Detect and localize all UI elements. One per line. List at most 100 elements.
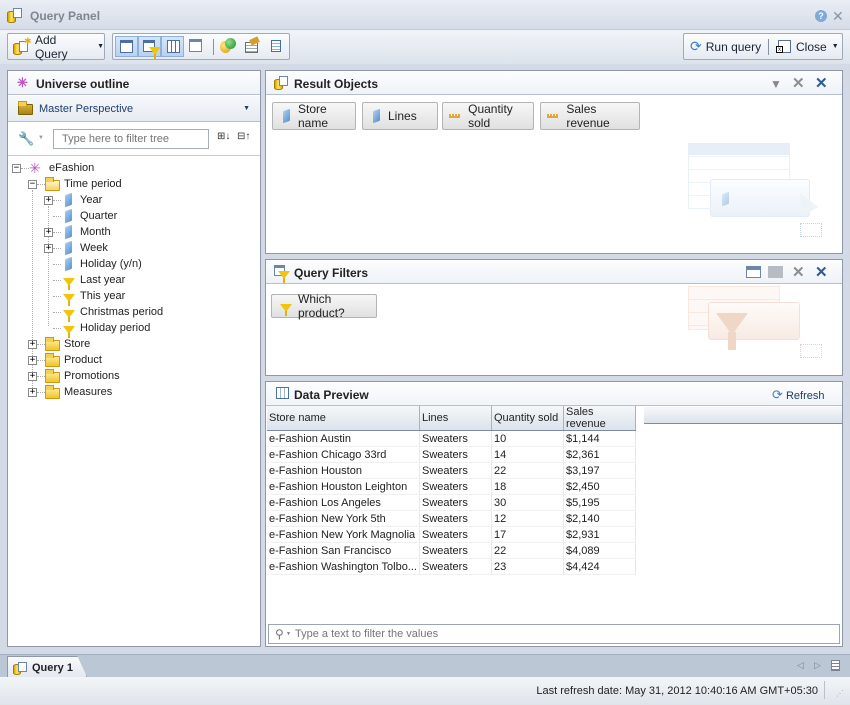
scroll-right-icon[interactable]: ▷ — [814, 660, 821, 671]
table-row[interactable]: e-Fashion Chicago 33rd Sweaters 14 $2,361 — [267, 446, 636, 463]
expand-icon[interactable]: + — [28, 355, 37, 365]
tree-connector — [53, 247, 61, 249]
tree-item[interactable]: Christmas period — [44, 304, 163, 322]
scroll-left-icon[interactable]: ◁ — [797, 660, 804, 671]
expand-all-icon[interactable]: ⊞↓ — [217, 131, 230, 142]
dimension-icon — [61, 208, 76, 224]
query-properties-button[interactable] — [241, 36, 263, 57]
close-window-icon[interactable]: ✕ — [832, 8, 844, 25]
refresh-icon: ⟳ — [690, 38, 702, 54]
column-header[interactable]: Quantity sold — [491, 406, 564, 431]
table-cell: Sweaters — [419, 542, 492, 559]
help-icon[interactable]: ? — [815, 10, 827, 22]
data-preview-view-button[interactable] — [161, 36, 184, 57]
expand-icon[interactable]: + — [28, 339, 37, 349]
tree-item[interactable]: − Time period — [28, 176, 122, 192]
tree-item[interactable]: + Promotions — [28, 368, 120, 384]
query-filter-chip[interactable]: Which product? — [271, 292, 377, 320]
tree-item[interactable]: Holiday (y/n) — [44, 256, 142, 272]
table-row[interactable]: e-Fashion Austin Sweaters 10 $1,144 — [267, 430, 636, 447]
tree-item[interactable]: + Week — [44, 240, 108, 256]
combined-query-button[interactable] — [217, 36, 239, 57]
result-object-chip[interactable]: Quantity sold — [442, 102, 534, 130]
folder-icon — [45, 353, 60, 367]
table-row[interactable]: e-Fashion Houston Sweaters 22 $3,197 — [267, 462, 636, 479]
wrench-icon[interactable]: 🔧 — [18, 131, 34, 147]
layout-icon — [120, 40, 133, 53]
table-row[interactable]: e-Fashion New York 5th Sweaters 12 $2,140 — [267, 510, 636, 527]
run-query-button[interactable]: ⟳ Run query — [690, 36, 761, 57]
combined-view-button[interactable] — [184, 36, 207, 57]
filter-icon[interactable]: ▼ — [770, 77, 782, 91]
collapse-icon[interactable]: − — [28, 179, 37, 189]
table-row[interactable]: e-Fashion Houston Leighton Sweaters 18 $2,4… — [267, 478, 636, 495]
expand-icon[interactable]: + — [44, 195, 53, 205]
table-cell: 18 — [491, 478, 564, 495]
status-bar: Last refresh date: May 31, 2012 10:40:16… — [0, 677, 850, 705]
table-cell: e-Fashion San Francisco — [267, 542, 420, 559]
remove-icon[interactable]: ✕ — [792, 74, 805, 92]
result-object-chip[interactable]: Lines — [362, 102, 438, 130]
tree-item[interactable]: + Year — [44, 192, 102, 208]
result-object-chip[interactable]: Store name — [272, 102, 356, 130]
tree-item[interactable]: Holiday period — [44, 320, 150, 338]
tree-item[interactable]: + Month — [44, 224, 111, 240]
comment-icon[interactable] — [768, 266, 783, 278]
result-object-chip[interactable]: Sales revenue — [540, 102, 640, 130]
tree-item[interactable]: This year — [44, 288, 125, 306]
add-query-icon: ✱ — [13, 36, 32, 55]
query-filters-view-button[interactable] — [138, 36, 161, 59]
filter-icon — [61, 307, 76, 322]
table-row[interactable]: e-Fashion New York Magnolia Sweaters 17 $2,… — [267, 526, 636, 543]
add-query-button[interactable]: ✱ Add Query ▼ — [13, 33, 104, 61]
remove-icon[interactable]: ✕ — [792, 263, 805, 281]
refresh-button[interactable]: ⟳ Refresh — [772, 387, 825, 403]
expand-icon[interactable]: + — [44, 227, 53, 237]
expand-icon[interactable]: + — [28, 387, 37, 397]
view-script-button[interactable] — [265, 36, 287, 57]
table-row[interactable]: e-Fashion San Francisco Sweaters 22 $4,089 — [267, 542, 636, 559]
table-row[interactable]: e-Fashion Washington Tolbo... Sweaters 23 $… — [267, 558, 636, 575]
table-cell: 22 — [491, 462, 564, 479]
tree-item[interactable]: − ✳ eFashion — [12, 160, 94, 176]
result-objects-view-button[interactable] — [115, 36, 138, 57]
add-filter-pane-icon[interactable] — [746, 266, 761, 278]
collapse-icon[interactable]: − — [12, 163, 21, 173]
values-filter-field[interactable]: ⚲ ▼ — [268, 624, 840, 644]
close-query-button[interactable]: x Close ▼ — [776, 36, 839, 57]
expand-icon[interactable]: + — [28, 371, 37, 381]
panes-icon — [189, 39, 202, 52]
tab-list-icon[interactable] — [831, 660, 840, 671]
column-header[interactable]: Sales revenue — [563, 406, 636, 431]
tree-item-label: Week — [80, 242, 108, 254]
tree-item[interactable]: + Product — [28, 352, 102, 368]
remove-all-icon[interactable]: ✕ — [815, 74, 828, 92]
column-header[interactable]: Lines — [419, 406, 492, 431]
resize-grip-icon[interactable]: ⋰ — [836, 689, 844, 698]
tree-connector — [53, 231, 61, 233]
filter-tree-input[interactable] — [53, 129, 209, 149]
tree-item[interactable]: + Store — [28, 336, 90, 352]
column-header[interactable]: Store name — [267, 406, 420, 431]
folder-icon — [45, 369, 60, 383]
perspective-select[interactable]: Master Perspective ▼ — [8, 96, 260, 122]
tab-query[interactable]: Query 1 — [7, 656, 87, 677]
dimension-icon — [373, 108, 380, 124]
table-cell: Sweaters — [419, 558, 492, 575]
table-cell: $4,089 — [563, 542, 636, 559]
values-filter-input[interactable] — [295, 627, 795, 641]
tree-item[interactable]: Quarter — [44, 208, 117, 224]
expand-icon[interactable]: + — [44, 243, 53, 253]
tree-filter-bar: 🔧 ▼ ⊞↓ ⊟↑ — [8, 123, 260, 156]
dimension-icon — [61, 192, 76, 208]
tree-connector — [53, 311, 61, 313]
remove-all-icon[interactable]: ✕ — [815, 263, 828, 281]
collapse-all-icon[interactable]: ⊟↑ — [237, 131, 250, 142]
tree-item[interactable]: + Measures — [28, 384, 112, 400]
tree-item[interactable]: Last year — [44, 272, 125, 290]
table-cell: e-Fashion New York 5th — [267, 510, 420, 527]
table-row[interactable]: e-Fashion Los Angeles Sweaters 30 $5,195 — [267, 494, 636, 511]
